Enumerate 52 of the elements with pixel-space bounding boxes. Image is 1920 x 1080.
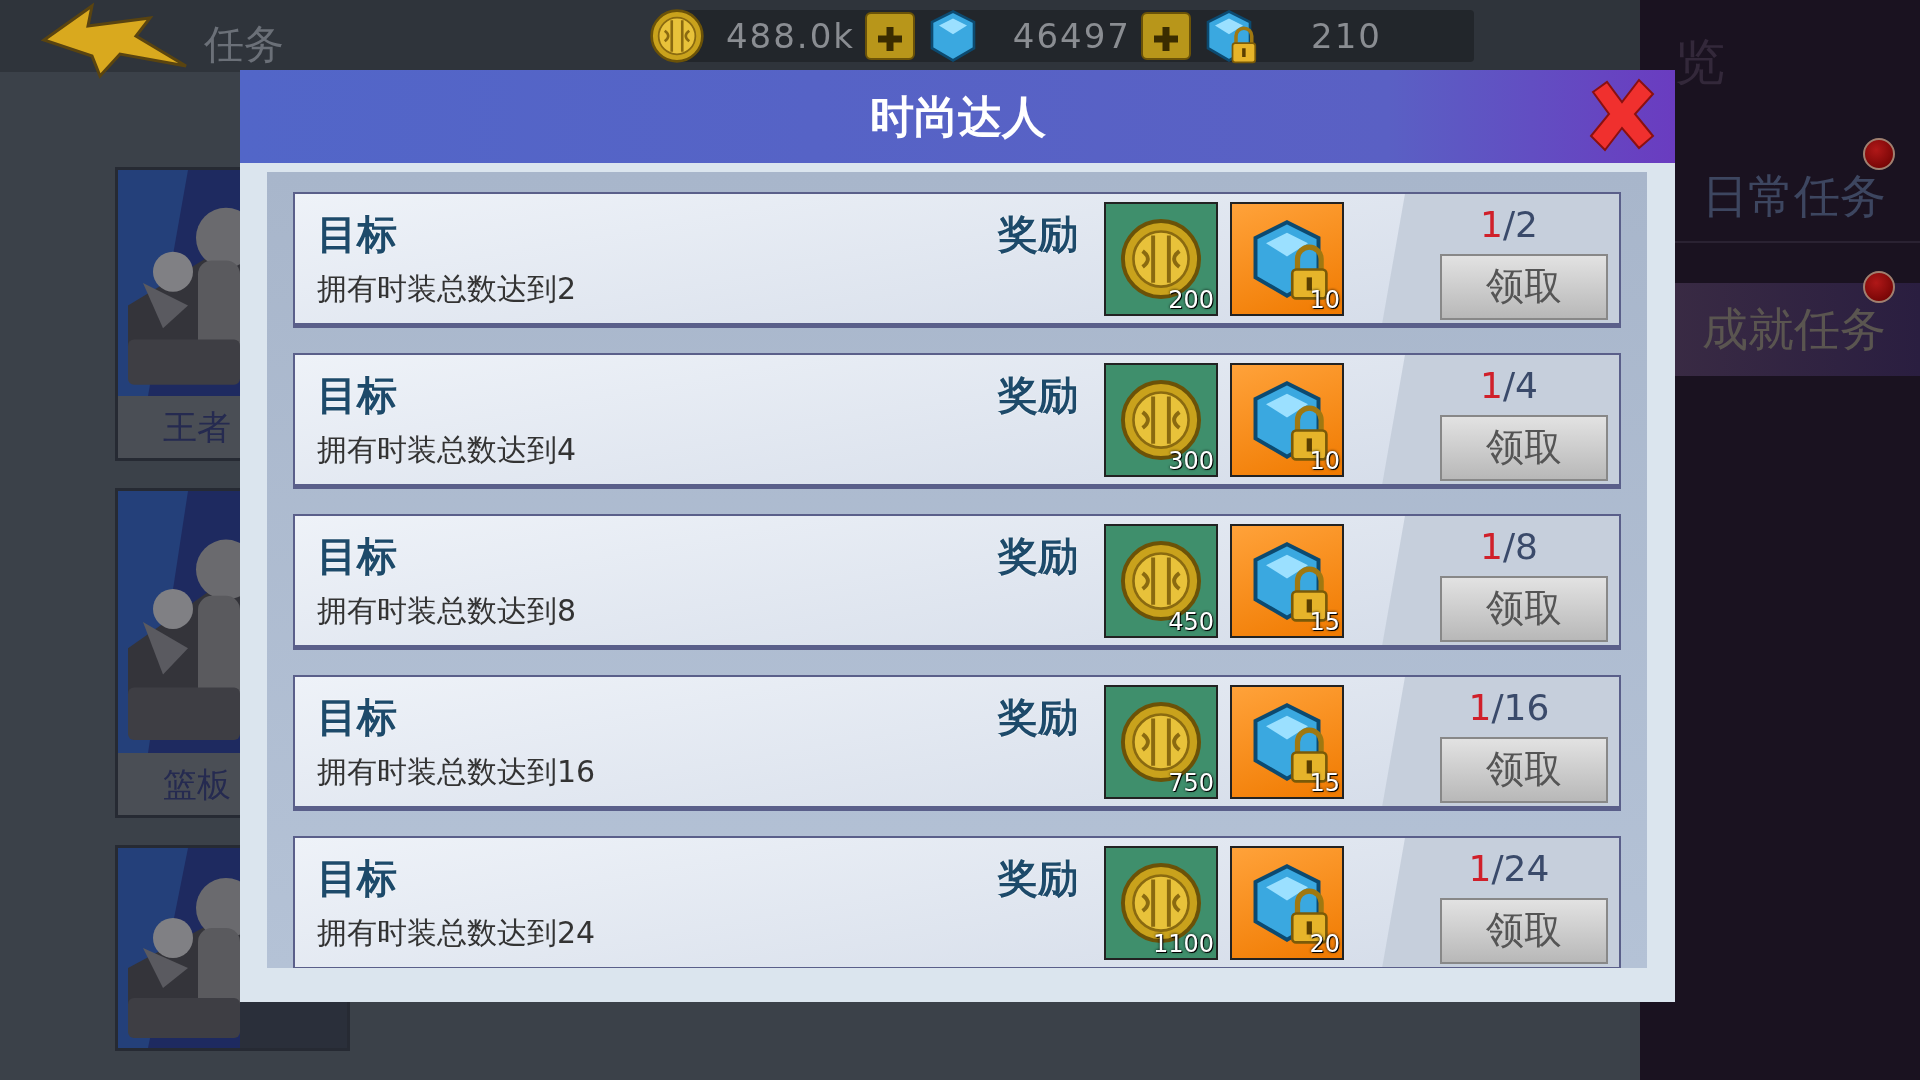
claim-button[interactable]: 领取	[1440, 253, 1608, 320]
coin-icon	[649, 8, 705, 64]
reward-label: 奖励	[998, 854, 1078, 903]
add-button[interactable]	[865, 12, 915, 60]
currency-amount: 210	[1310, 14, 1382, 58]
reward-amount: 10	[1309, 287, 1340, 314]
goal-label: 目标	[317, 532, 398, 581]
claim-button[interactable]: 领取	[1440, 575, 1608, 642]
progress-text: 1/8	[1480, 524, 1538, 569]
reward-amount: 300	[1168, 448, 1214, 475]
reward-amount: 1100	[1152, 931, 1214, 958]
task-description: 拥有时装总数达到2	[317, 270, 578, 308]
add-button[interactable]	[1141, 12, 1191, 60]
progress-text: 1/2	[1480, 202, 1538, 247]
plus-icon	[1151, 24, 1181, 54]
task-description: 拥有时装总数达到24	[317, 914, 597, 952]
currency-amount: 46497	[1011, 14, 1131, 58]
progress-text: 1/16	[1468, 685, 1550, 730]
reward-amount: 15	[1309, 770, 1340, 797]
currency-amount: 488.0k	[724, 14, 855, 58]
reward-tile[interactable]: 20	[1230, 845, 1344, 960]
claim-button[interactable]: 领取	[1440, 414, 1608, 481]
reward-tile[interactable]: 450	[1104, 523, 1218, 638]
reward-tile[interactable]: 15	[1230, 523, 1344, 638]
goal-label: 目标	[317, 693, 398, 742]
goal-label: 目标	[317, 854, 398, 903]
reward-amount: 10	[1309, 448, 1340, 475]
progress-text: 1/24	[1468, 846, 1550, 891]
reward-tile[interactable]: 300	[1104, 362, 1218, 477]
reward-amount: 20	[1309, 931, 1340, 958]
reward-amount: 15	[1309, 609, 1340, 636]
reward-label: 奖励	[998, 693, 1078, 742]
dialog-title: 时尚达人	[869, 90, 1046, 144]
reward-label: 奖励	[998, 371, 1078, 420]
reward-tile[interactable]: 750	[1104, 684, 1218, 799]
reward-tile[interactable]: 10	[1230, 201, 1344, 316]
reward-tile[interactable]: 1100	[1104, 845, 1218, 960]
screen-title: 任务	[204, 20, 284, 69]
reward-label: 奖励	[998, 532, 1078, 581]
claim-button[interactable]: 领取	[1440, 897, 1608, 964]
reward-tile[interactable]: 200	[1104, 201, 1218, 316]
progress-text: 1/4	[1480, 363, 1538, 408]
goal-label: 目标	[317, 210, 398, 259]
reward-tile[interactable]: 15	[1230, 684, 1344, 799]
reward-amount: 450	[1168, 609, 1214, 636]
claim-button[interactable]: 领取	[1440, 736, 1608, 803]
reward-tile[interactable]: 10	[1230, 362, 1344, 477]
reward-amount: 200	[1168, 287, 1214, 314]
reward-amount: 750	[1168, 770, 1214, 797]
plus-icon	[875, 24, 905, 54]
reward-label: 奖励	[998, 210, 1078, 259]
task-description: 拥有时装总数达到8	[317, 592, 578, 630]
